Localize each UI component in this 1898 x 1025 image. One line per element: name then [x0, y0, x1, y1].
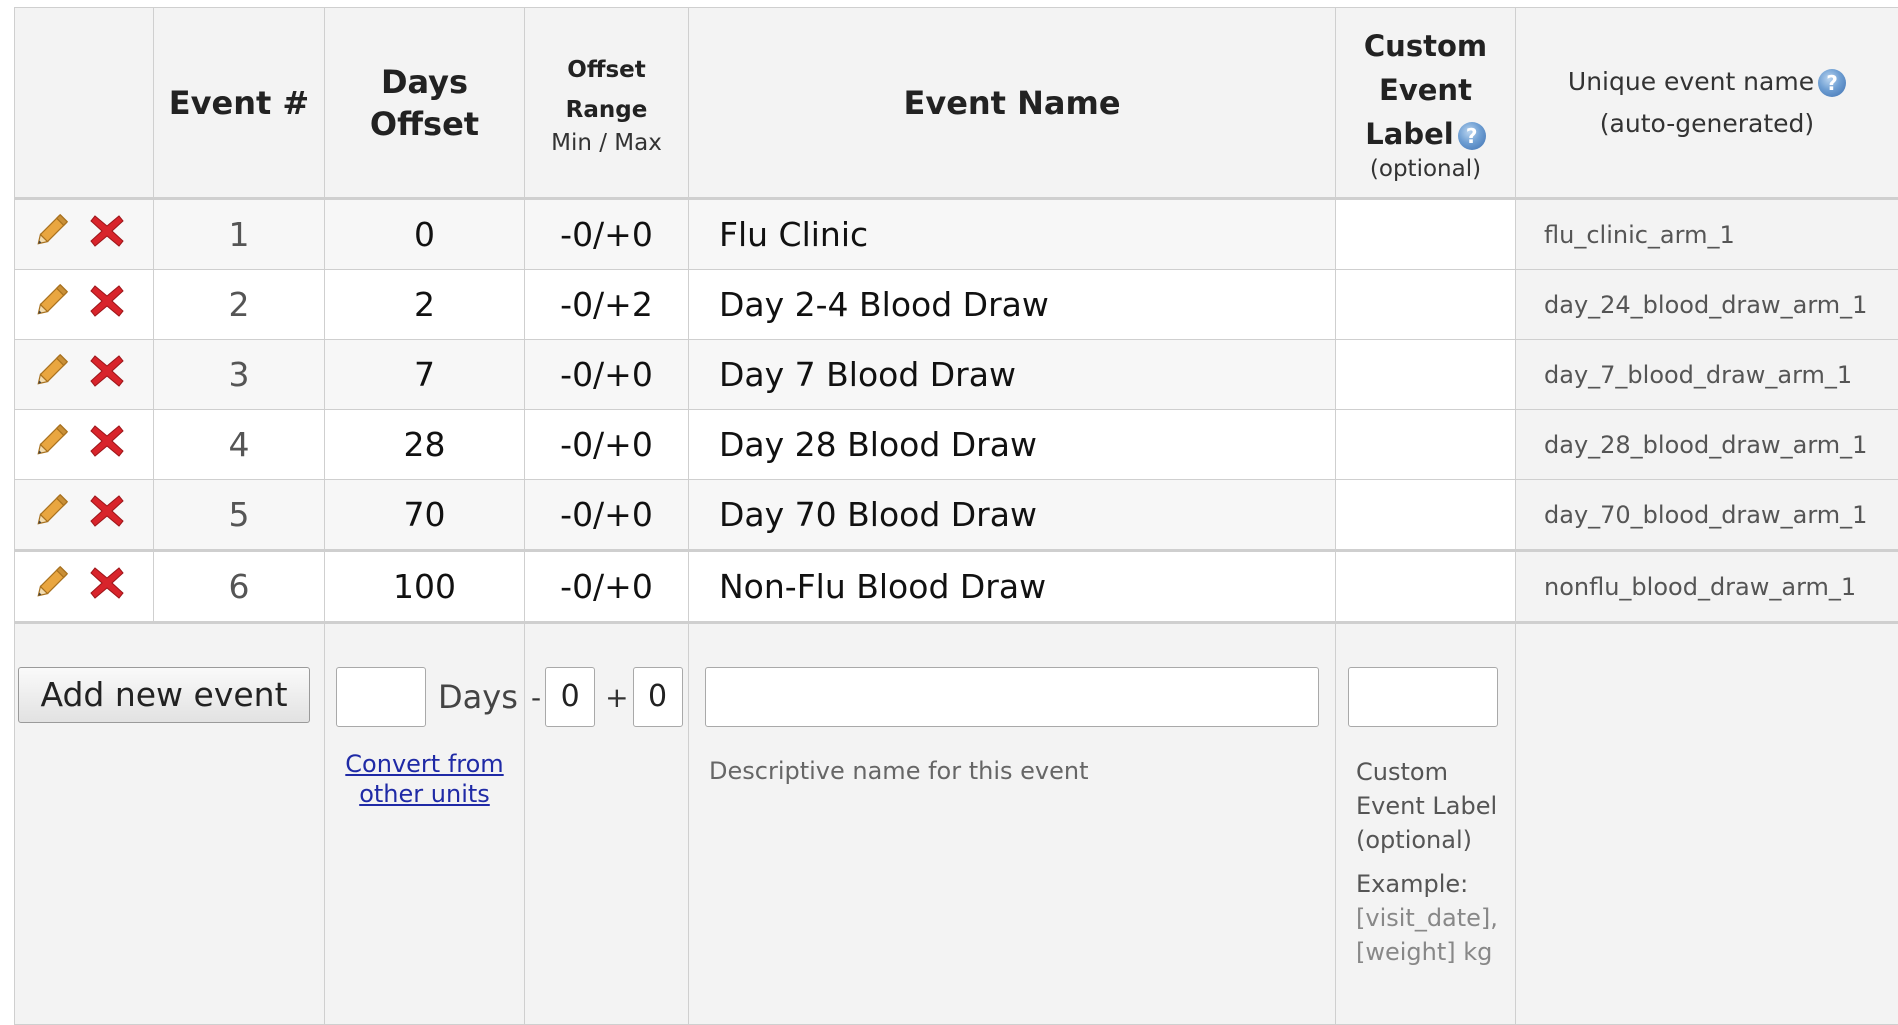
event-number: 2: [154, 270, 325, 340]
row-actions: [15, 410, 154, 480]
row-actions: [15, 551, 154, 623]
offset-max-input[interactable]: 0: [633, 667, 683, 727]
event-row: 22-0/+2Day 2-4 Blood Drawday_24_blood_dr…: [15, 270, 1898, 340]
offset-range: -0/+0: [525, 340, 689, 410]
event-name: Day 2-4 Blood Draw: [689, 270, 1336, 340]
custom-event-label: [1336, 551, 1516, 623]
pencil-icon[interactable]: [31, 491, 71, 539]
event-number: 3: [154, 340, 325, 410]
event-name-help: Descriptive name for this event: [709, 757, 1335, 785]
header-offset-range: Offset Range Min / Max: [525, 8, 689, 199]
custom-label-input[interactable]: [1348, 667, 1498, 727]
unique-event-name: day_28_blood_draw_arm_1: [1516, 410, 1898, 480]
event-number: 1: [154, 199, 325, 270]
offset-range-cell: - 0 + 0: [525, 623, 689, 1025]
custom-label-cell: Custom Event Label (optional) Example: […: [1336, 623, 1516, 1025]
custom-label-example: Example: [visit_date], [weight] kg: [1356, 867, 1515, 969]
custom-event-label: [1336, 270, 1516, 340]
events-grid: Event # Days Offset Offset Range Min / M…: [14, 7, 1898, 967]
days-suffix: Days: [438, 678, 518, 716]
header-event-name: Event Name: [689, 8, 1336, 199]
pencil-icon[interactable]: [31, 421, 71, 469]
pencil-icon[interactable]: [31, 211, 71, 259]
offset-range: -0/+0: [525, 551, 689, 623]
header-event-num: Event #: [154, 8, 325, 199]
offset-range: -0/+0: [525, 480, 689, 551]
days-offset: 70: [325, 480, 525, 551]
header-row: Event # Days Offset Offset Range Min / M…: [15, 8, 1898, 199]
event-name: Day 28 Blood Draw: [689, 410, 1336, 480]
pencil-icon[interactable]: [31, 351, 71, 399]
add-new-event-button[interactable]: Add new event: [18, 667, 310, 723]
event-row: 428-0/+0Day 28 Blood Draw day_28_blood_dr…: [15, 410, 1898, 480]
help-icon[interactable]: [1818, 69, 1846, 97]
days-offset-cell: Days Convert from other units: [325, 623, 525, 1025]
event-name: Day 7 Blood Draw: [689, 340, 1336, 410]
convert-units-link[interactable]: Convert from other units: [325, 749, 524, 809]
row-actions: [15, 480, 154, 551]
offset-min-input[interactable]: 0: [545, 667, 595, 727]
event-number: 6: [154, 551, 325, 623]
custom-event-label: [1336, 410, 1516, 480]
event-number: 5: [154, 480, 325, 551]
events-table: Event # Days Offset Offset Range Min / M…: [14, 7, 1898, 1025]
pencil-icon[interactable]: [31, 563, 71, 611]
add-event-row: Add new event Days Convert from other un…: [15, 623, 1898, 1025]
days-offset: 0: [325, 199, 525, 270]
unique-event-name: nonflu_blood_draw_arm_1: [1516, 551, 1898, 623]
help-icon[interactable]: [1458, 122, 1486, 150]
row-actions: [15, 270, 154, 340]
unique-event-name: day_7_blood_draw_arm_1: [1516, 340, 1898, 410]
row-actions: [15, 340, 154, 410]
delete-x-icon[interactable]: [89, 423, 125, 467]
header-custom-label: Custom Event Label (optional): [1336, 8, 1516, 199]
plus-sign: +: [605, 681, 628, 714]
event-number: 4: [154, 410, 325, 480]
header-unique-name: Unique event name (auto-generated): [1516, 8, 1898, 199]
event-row: 10-0/+0Flu Clinic flu_clinic_arm_1: [15, 199, 1898, 270]
event-row: 570-0/+0Day 70 Blood Draw day_70_blood_dr…: [15, 480, 1898, 551]
delete-x-icon[interactable]: [89, 213, 125, 257]
delete-x-icon[interactable]: [89, 493, 125, 537]
delete-x-icon[interactable]: [89, 283, 125, 327]
event-row: 6100-0/+0Non-Flu Blood Draw nonflu_blood_…: [15, 551, 1898, 623]
event-row: 37-0/+0Day 7 Blood Draw day_7_blood_draw_…: [15, 340, 1898, 410]
offset-range: -0/+0: [525, 199, 689, 270]
custom-event-label: [1336, 480, 1516, 551]
days-offset: 28: [325, 410, 525, 480]
days-offset: 2: [325, 270, 525, 340]
unique-name-empty-cell: [1516, 623, 1898, 1025]
offset-range: -0/+0: [525, 410, 689, 480]
unique-event-name: day_70_blood_draw_arm_1: [1516, 480, 1898, 551]
event-name-input[interactable]: [705, 667, 1319, 727]
days-offset-input[interactable]: [336, 667, 426, 727]
offset-range: -0/+2: [525, 270, 689, 340]
row-actions: [15, 199, 154, 270]
custom-label-help: Custom Event Label (optional): [1356, 755, 1515, 857]
custom-event-label: [1336, 199, 1516, 270]
event-name: Day 70 Blood Draw: [689, 480, 1336, 551]
days-offset: 100: [325, 551, 525, 623]
days-offset: 7: [325, 340, 525, 410]
delete-x-icon[interactable]: [89, 565, 125, 609]
event-name: Flu Clinic: [689, 199, 1336, 270]
event-name: Non-Flu Blood Draw: [689, 551, 1336, 623]
unique-event-name: flu_clinic_arm_1: [1516, 199, 1898, 270]
add-button-cell: Add new event: [15, 623, 325, 1025]
unique-event-name: day_24_blood_draw_arm_1: [1516, 270, 1898, 340]
header-actions: [15, 8, 154, 199]
custom-event-label: [1336, 340, 1516, 410]
delete-x-icon[interactable]: [89, 353, 125, 397]
minus-sign: -: [531, 681, 541, 714]
pencil-icon[interactable]: [31, 281, 71, 329]
event-name-cell: Descriptive name for this event: [689, 623, 1336, 1025]
header-days-offset: Days Offset: [325, 8, 525, 199]
